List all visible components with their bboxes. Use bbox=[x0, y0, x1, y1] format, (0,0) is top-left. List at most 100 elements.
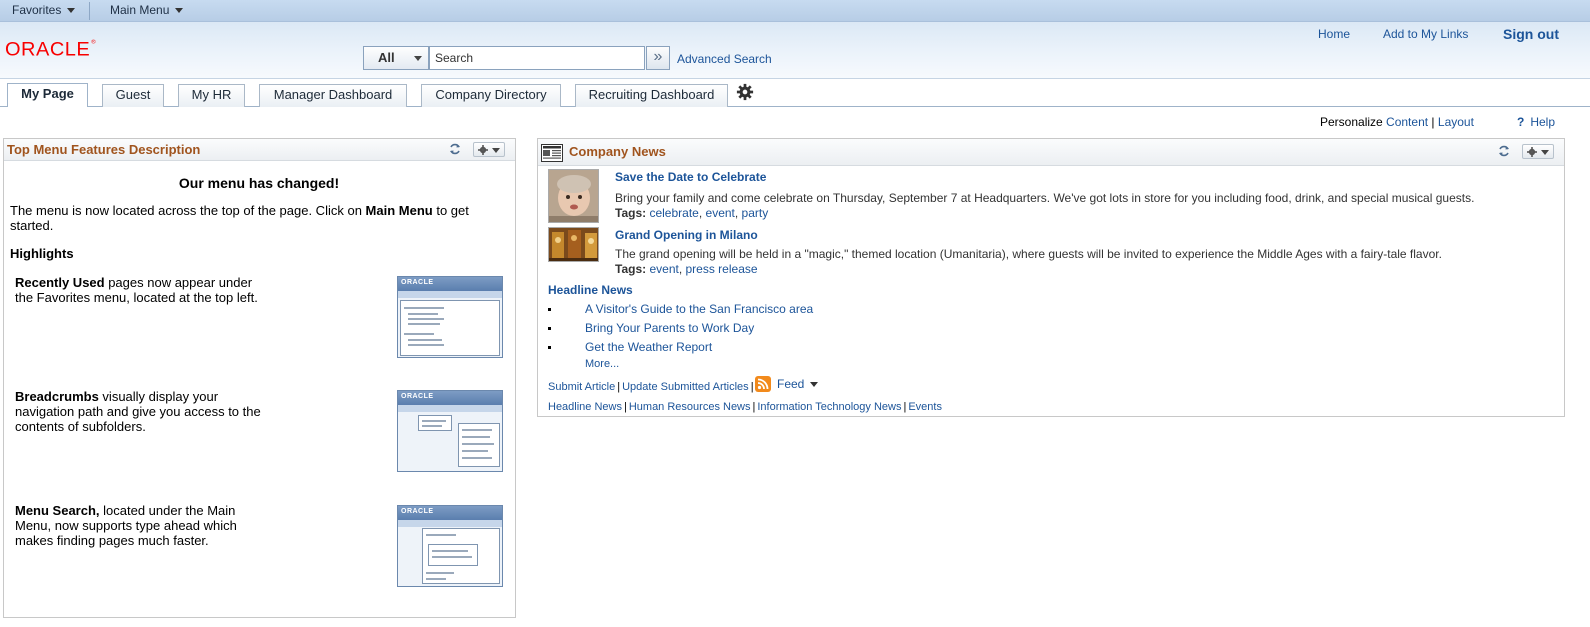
category-link[interactable]: Information Technology News bbox=[757, 401, 901, 413]
menu-changed-heading: Our menu has changed! bbox=[178, 175, 340, 191]
sign-out-link[interactable]: Sign out bbox=[1503, 26, 1559, 42]
article-tags: Tags: event, press release bbox=[615, 262, 758, 276]
logo-text: ORACLE bbox=[5, 39, 91, 61]
headline-link[interactable]: A Visitor's Guide to the San Francisco a… bbox=[585, 302, 813, 316]
personalize-bar: Personalize Content | Layout bbox=[1320, 115, 1474, 129]
pagelet-options-button[interactable] bbox=[1522, 144, 1554, 159]
help-link[interactable]: ? Help bbox=[1517, 115, 1555, 129]
menu-intro-text: The menu is now located across the top o… bbox=[10, 203, 500, 233]
headline-link[interactable]: Get the Weather Report bbox=[585, 340, 712, 354]
help-icon: ? bbox=[1517, 115, 1525, 129]
newspaper-icon bbox=[541, 144, 563, 162]
highlights-heading: Highlights bbox=[10, 246, 74, 261]
pagelet-title: Top Menu Features Description bbox=[7, 142, 201, 157]
breadcrumbs-screenshot: ORACLE bbox=[397, 390, 503, 472]
search-scope-select[interactable]: All bbox=[363, 46, 429, 70]
main-menu[interactable]: Main Menu bbox=[106, 0, 187, 22]
intro-bold: Main Menu bbox=[365, 203, 433, 218]
favorites-menu[interactable]: Favorites bbox=[8, 0, 79, 22]
home-link[interactable]: Home bbox=[1318, 27, 1350, 41]
tag-link[interactable]: celebrate bbox=[649, 206, 698, 220]
headline-news-heading[interactable]: Headline News bbox=[548, 283, 633, 297]
separator: | bbox=[623, 401, 627, 413]
tag-link[interactable]: event bbox=[649, 262, 678, 276]
article-summary: Bring your family and come celebrate on … bbox=[615, 191, 1475, 205]
tab-my-page[interactable]: My Page bbox=[7, 83, 88, 107]
tab-company-directory[interactable]: Company Directory bbox=[421, 84, 561, 107]
tags-label: Tags: bbox=[615, 262, 647, 276]
main-menu-label: Main Menu bbox=[110, 3, 170, 17]
personalize-layout-link[interactable]: Layout bbox=[1438, 115, 1474, 129]
milano-photo bbox=[548, 227, 599, 262]
help-label: Help bbox=[1530, 115, 1556, 129]
tab-recruiting-dashboard[interactable]: Recruiting Dashboard bbox=[575, 84, 728, 107]
article-tags: Tags: celebrate, event, party bbox=[615, 206, 769, 220]
search-go-button[interactable]: » bbox=[646, 46, 670, 70]
refresh-icon[interactable] bbox=[1497, 144, 1511, 158]
registered-mark: ® bbox=[91, 39, 97, 46]
tag-link[interactable]: press release bbox=[686, 262, 758, 276]
personalize-label: Personalize bbox=[1320, 115, 1383, 129]
gear-icon bbox=[478, 145, 488, 155]
chevron-down-icon bbox=[1541, 150, 1549, 155]
category-link[interactable]: Human Resources News bbox=[629, 401, 751, 413]
feature-title: Recently Used bbox=[15, 275, 105, 290]
add-to-my-links-link[interactable]: Add to My Links bbox=[1383, 27, 1468, 41]
feed-label: Feed bbox=[777, 377, 805, 391]
chevron-down-icon bbox=[175, 8, 184, 14]
separator: | bbox=[903, 401, 907, 413]
intro-text: The menu is now located across the top o… bbox=[10, 203, 366, 218]
baby-photo bbox=[548, 169, 599, 223]
tab-my-hr[interactable]: My HR bbox=[178, 84, 245, 107]
chevron-down-icon bbox=[810, 382, 819, 388]
feature-menu-search: Menu Search, located under the Main Menu… bbox=[15, 503, 265, 548]
gear-icon[interactable] bbox=[736, 83, 754, 101]
search-input[interactable] bbox=[429, 46, 645, 70]
company-news-pagelet: Company News Save the Date to Celebrate … bbox=[537, 138, 1565, 417]
thumb-logo: ORACLE bbox=[401, 508, 434, 515]
headline-link[interactable]: Bring Your Parents to Work Day bbox=[585, 321, 754, 335]
pagelet-header: Company News bbox=[538, 139, 1564, 166]
tag-link[interactable]: party bbox=[742, 206, 769, 220]
update-articles-link[interactable]: Update Submitted Articles bbox=[622, 381, 749, 393]
feature-title: Breadcrumbs bbox=[15, 389, 99, 404]
top-menu-features-pagelet: Top Menu Features Description Our menu h… bbox=[3, 138, 516, 618]
feature-title: Menu Search, bbox=[15, 503, 100, 518]
category-link[interactable]: Headline News bbox=[548, 401, 622, 413]
tags-label: Tags: bbox=[615, 206, 647, 220]
personalize-content-link[interactable]: Content bbox=[1386, 115, 1428, 129]
separator: | bbox=[752, 401, 756, 413]
thumb-logo: ORACLE bbox=[401, 393, 434, 400]
favorites-label: Favorites bbox=[12, 3, 62, 17]
separator: | bbox=[1431, 115, 1435, 129]
article-summary: The grand opening will be held in a "mag… bbox=[615, 247, 1442, 261]
pagelet-options-button[interactable] bbox=[473, 142, 505, 157]
chevron-down-icon bbox=[67, 8, 76, 14]
news-actions: Submit Article | Update Submitted Articles… bbox=[548, 381, 756, 393]
article-title-link[interactable]: Save the Date to Celebrate bbox=[615, 170, 766, 184]
submit-article-link[interactable]: Submit Article bbox=[548, 381, 615, 393]
thumb-logo: ORACLE bbox=[401, 279, 434, 286]
article-title-link[interactable]: Grand Opening in Milano bbox=[615, 228, 758, 242]
chevron-down-icon bbox=[492, 148, 500, 153]
refresh-icon[interactable] bbox=[448, 142, 462, 156]
advanced-search-link[interactable]: Advanced Search bbox=[677, 52, 772, 66]
search-scope-value: All bbox=[378, 50, 395, 65]
bullet bbox=[548, 327, 551, 330]
menu-bar: Favorites Main Menu bbox=[0, 0, 1590, 22]
header: Favorites Main Menu ORACLE® All » Advanc… bbox=[0, 0, 1590, 79]
pagelet-title: Company News bbox=[569, 144, 666, 159]
menu-divider bbox=[89, 2, 90, 20]
feature-recently-used: Recently Used pages now appear under the… bbox=[15, 275, 265, 305]
chevron-down-icon bbox=[414, 56, 422, 61]
tab-guest[interactable]: Guest bbox=[102, 84, 164, 107]
bullet bbox=[548, 308, 551, 311]
more-link[interactable]: More... bbox=[585, 358, 619, 370]
category-link[interactable]: Events bbox=[908, 401, 942, 413]
feed-dropdown[interactable]: Feed bbox=[777, 377, 819, 391]
tab-manager-dashboard[interactable]: Manager Dashboard bbox=[259, 84, 407, 107]
news-categories: Headline News | Human Resources News | Infor… bbox=[548, 401, 942, 413]
rss-icon[interactable] bbox=[755, 376, 771, 392]
tag-link[interactable]: event bbox=[706, 206, 735, 220]
recently-used-screenshot: ORACLE bbox=[397, 276, 503, 358]
